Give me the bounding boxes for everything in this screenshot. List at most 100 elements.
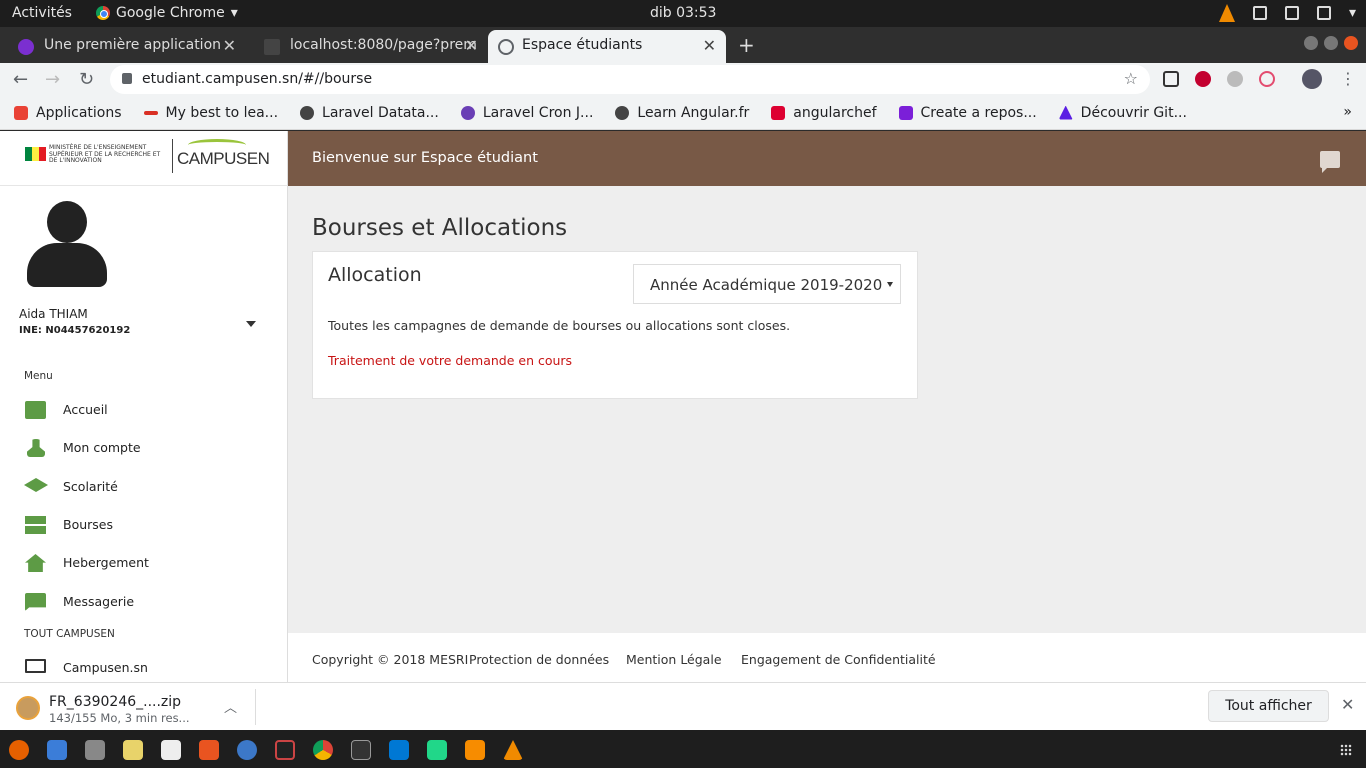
- user-menu-caret-icon[interactable]: [246, 321, 256, 327]
- address-bar[interactable]: etudiant.campusen.sn/#//bourse ☆: [110, 65, 1150, 94]
- bookmark-create-repo[interactable]: Create a repos...: [898, 105, 1037, 121]
- close-icon[interactable]: ✕: [703, 36, 716, 55]
- download-progress-icon: [16, 696, 40, 720]
- sidebar-item-label: Messagerie: [63, 594, 135, 609]
- firefox-icon[interactable]: [9, 740, 29, 760]
- close-icon[interactable]: ✕: [465, 36, 478, 55]
- bookmark-label: Laravel Datata...: [322, 104, 439, 121]
- forward-button[interactable]: →: [45, 69, 60, 90]
- libreoffice-icon[interactable]: [161, 740, 181, 760]
- help-icon[interactable]: [237, 740, 257, 760]
- extension-cube-icon[interactable]: [1163, 71, 1179, 87]
- vlc-icon[interactable]: [1218, 4, 1235, 22]
- app-menu[interactable]: Google Chrome ▾: [96, 5, 238, 21]
- bookmark-decouvrir-git[interactable]: Découvrir Git...: [1058, 104, 1187, 121]
- bookmark-laravel-cron[interactable]: Laravel Cron J...: [460, 105, 593, 121]
- globe-icon: [498, 39, 514, 55]
- minimize-button[interactable]: [1304, 36, 1318, 50]
- campusen-logo[interactable]: MINISTÈRE DE L'ENSEIGNEMENT SUPÉRIEUR ET…: [0, 131, 288, 186]
- close-icon[interactable]: ✕: [223, 36, 236, 55]
- sidebar-item-scolarite[interactable]: Scolarité: [0, 470, 288, 504]
- vlc-icon[interactable]: [503, 740, 523, 760]
- academic-year-select[interactable]: Année Académique 2019-2020: [633, 264, 901, 304]
- browser-menu-icon[interactable]: ⋮: [1340, 69, 1356, 88]
- close-icon[interactable]: ✕: [1341, 695, 1354, 714]
- sidebar-item-messagerie[interactable]: Messagerie: [0, 585, 288, 619]
- reload-button[interactable]: ↻: [79, 69, 94, 90]
- folder-icon: [25, 401, 46, 419]
- divider: [255, 689, 256, 725]
- bookmark-icon: [143, 110, 158, 115]
- bookmark-label: Découvrir Git...: [1080, 104, 1187, 121]
- angular-devtools-icon[interactable]: [1195, 71, 1211, 87]
- software-center-icon[interactable]: [199, 740, 219, 760]
- bookmark-applications[interactable]: Applications: [14, 105, 122, 121]
- files-icon[interactable]: [85, 740, 105, 760]
- sidebar-item-bourses[interactable]: Bourses: [0, 508, 288, 542]
- activities-button[interactable]: Activités: [12, 5, 72, 21]
- new-tab-button[interactable]: +: [738, 33, 755, 57]
- sidebar-item-label: Scolarité: [63, 479, 118, 494]
- extension-swirl-icon[interactable]: [1259, 71, 1275, 87]
- intellij-icon[interactable]: [275, 740, 295, 760]
- network-icon[interactable]: [1252, 6, 1267, 20]
- chevron-up-icon[interactable]: ︿: [224, 697, 237, 716]
- sidebar-item-mon-compte[interactable]: Mon compte: [0, 431, 288, 465]
- bookmarks-bar: Applications My best to lea... Laravel D…: [0, 96, 1366, 130]
- volume-icon[interactable]: [1284, 6, 1299, 20]
- graduation-cap-icon: [24, 478, 48, 492]
- terminal-icon[interactable]: [351, 740, 371, 760]
- footer-link-mention[interactable]: Mention Légale: [626, 652, 722, 667]
- server-icon: [25, 516, 46, 534]
- rhythmbox-icon[interactable]: [123, 740, 143, 760]
- clock[interactable]: dib 03:53: [650, 5, 716, 21]
- allocation-card: Allocation Année Académique 2019-2020 To…: [312, 251, 918, 399]
- bookmark-learn-angular[interactable]: Learn Angular.fr: [615, 105, 749, 121]
- bookmark-laravel-datatables[interactable]: Laravel Datata...: [300, 105, 439, 121]
- chevron-down-icon[interactable]: ▾: [1349, 5, 1356, 21]
- thunderbird-icon[interactable]: [47, 740, 67, 760]
- bookmarks-overflow-icon[interactable]: »: [1343, 104, 1352, 120]
- page-title: Bourses et Allocations: [312, 215, 568, 241]
- pycharm-icon[interactable]: [427, 740, 447, 760]
- bookmark-label: Applications: [36, 104, 122, 121]
- profile-avatar[interactable]: [1302, 69, 1322, 89]
- tab-first-app[interactable]: Une première application ✕: [0, 30, 246, 63]
- chat-icon[interactable]: [1320, 151, 1340, 173]
- maximize-button[interactable]: [1324, 36, 1338, 50]
- sidebar-item-label: Hebergement: [63, 555, 149, 570]
- bookmark-star-icon[interactable]: ☆: [1124, 69, 1138, 88]
- tab-localhost[interactable]: localhost:8080/page?prem ✕: [246, 30, 488, 63]
- bookmark-icon: [898, 105, 913, 120]
- app-name: Google Chrome: [116, 5, 225, 21]
- battery-icon[interactable]: [1316, 6, 1331, 20]
- footer-link-protection[interactable]: Protection de données: [469, 652, 609, 667]
- back-button[interactable]: ←: [13, 69, 28, 90]
- close-window-button[interactable]: [1344, 36, 1358, 50]
- sidebar-item-accueil[interactable]: Accueil: [0, 393, 288, 427]
- dock: [0, 730, 1366, 768]
- sidebar-item-campusen[interactable]: Campusen.sn: [0, 651, 288, 685]
- bookmark-angularchef[interactable]: angularchef: [771, 105, 877, 121]
- bookmark-my-best[interactable]: My best to lea...: [143, 105, 278, 121]
- tab-espace-etudiants[interactable]: Espace étudiants ✕: [488, 30, 726, 63]
- person-icon: [27, 439, 45, 457]
- chevron-down-icon: [887, 282, 893, 287]
- sidebar-item-hebergement[interactable]: Hebergement: [0, 546, 288, 580]
- vscode-icon[interactable]: [389, 740, 409, 760]
- sublime-icon[interactable]: [465, 740, 485, 760]
- show-all-button[interactable]: Tout afficher: [1208, 690, 1329, 722]
- chrome-icon[interactable]: [313, 740, 333, 760]
- cloud-icon: [460, 105, 475, 120]
- dark-mode-icon[interactable]: [1227, 71, 1243, 87]
- message-icon: [25, 593, 46, 611]
- page-content: MINISTÈRE DE L'ENSEIGNEMENT SUPÉRIEUR ET…: [0, 131, 1366, 682]
- lock-icon[interactable]: [122, 73, 132, 84]
- app-favicon-icon: [18, 39, 34, 55]
- page-favicon-icon: [264, 39, 280, 55]
- show-applications-icon[interactable]: [1340, 744, 1352, 756]
- card-title: Allocation: [328, 264, 422, 286]
- download-file-name[interactable]: FR_6390246_....zip: [49, 694, 181, 710]
- url-text[interactable]: etudiant.campusen.sn/#//bourse: [142, 71, 372, 87]
- footer-link-engagement[interactable]: Engagement de Confidentialité: [741, 652, 936, 667]
